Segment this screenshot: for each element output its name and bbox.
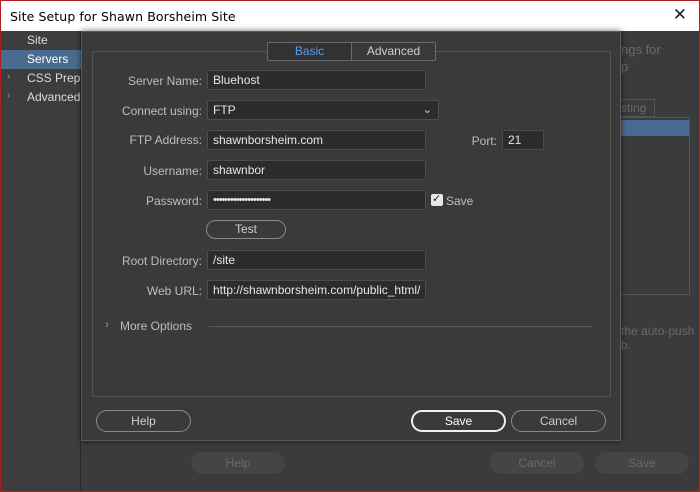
sidebar-item-label: Advanced Settings	[27, 90, 81, 104]
sidebar-item-label: Site	[27, 33, 48, 47]
sidebar-item-advanced-settings[interactable]: › Advanced Settings	[1, 88, 81, 107]
close-icon[interactable]: ✕	[673, 5, 687, 25]
more-options-toggle[interactable]: › More Options	[102, 317, 197, 333]
tab-basic[interactable]: Basic	[268, 43, 352, 60]
checkmark-icon: ✓	[432, 192, 442, 205]
background-help-button: Help	[191, 452, 285, 474]
chevron-right-icon: ›	[7, 90, 11, 101]
sidebar-item-css-preprocessors[interactable]: › CSS Preprocessors	[1, 69, 81, 88]
sidebar: Site Servers › CSS Preprocessors › Advan…	[1, 31, 81, 491]
username-label: Username:	[143, 164, 202, 178]
tab-bar: Basic Advanced	[267, 42, 436, 61]
password-input[interactable]: ••••••••••••••••••••	[207, 190, 426, 210]
connect-using-label: Connect using:	[121, 104, 202, 118]
background-note-line2: b.	[621, 338, 632, 352]
sidebar-item-site[interactable]: Site	[1, 31, 81, 50]
connect-using-value: FTP	[213, 103, 236, 117]
root-directory-input[interactable]: /site	[207, 250, 426, 270]
background-tab-label: sting	[621, 101, 647, 115]
help-button[interactable]: Help	[96, 410, 191, 432]
background-tab: sting	[621, 99, 655, 117]
background-heading: ngs for	[621, 42, 661, 57]
background-save-button: Save	[595, 452, 689, 474]
background-server-row	[621, 120, 689, 136]
background-server-list	[621, 117, 690, 295]
password-label: Password:	[145, 194, 202, 208]
window-titlebar: Site Setup for Shawn Borsheim Site ✕	[1, 1, 699, 31]
test-button[interactable]: Test	[206, 220, 286, 239]
web-url-input[interactable]: http://shawnborsheim.com/public_html/	[207, 280, 426, 300]
connect-using-select[interactable]: FTP ⌄	[207, 100, 439, 120]
more-options-divider	[209, 326, 592, 327]
more-options-label: More Options	[120, 319, 193, 333]
tab-advanced[interactable]: Advanced	[352, 43, 435, 60]
cancel-button[interactable]: Cancel	[511, 410, 606, 432]
background-cancel-button: Cancel	[490, 452, 584, 474]
chevron-right-icon: ›	[7, 71, 11, 82]
chevron-right-icon: ›	[105, 317, 109, 331]
background-note: the auto-push	[621, 324, 695, 338]
sidebar-item-label: CSS Preprocessors	[27, 71, 81, 85]
sidebar-item-servers[interactable]: Servers	[1, 50, 81, 69]
save-password-checkbox[interactable]: ✓	[431, 192, 443, 206]
web-url-label: Web URL:	[146, 284, 202, 298]
chevron-down-icon: ⌄	[422, 104, 432, 116]
save-password-label: Save	[446, 194, 474, 208]
site-setup-window: Site Setup for Shawn Borsheim Site ✕ Sit…	[0, 0, 700, 492]
port-label: Port:	[471, 134, 497, 148]
server-name-label: Server Name:	[127, 74, 202, 88]
ftp-address-label: FTP Address:	[129, 133, 202, 147]
background-heading-line2: p	[621, 59, 629, 74]
save-button[interactable]: Save	[411, 410, 506, 432]
port-input[interactable]: 21	[502, 130, 544, 150]
username-input[interactable]: shawnbor	[207, 160, 426, 180]
window-title: Site Setup for Shawn Borsheim Site	[10, 9, 236, 24]
server-name-input[interactable]: Bluehost	[207, 70, 426, 90]
sidebar-item-label: Servers	[27, 52, 69, 66]
root-directory-label: Root Directory:	[121, 254, 202, 268]
server-settings-dialog: Basic Advanced Server Name: Bluehost Con…	[81, 31, 621, 441]
